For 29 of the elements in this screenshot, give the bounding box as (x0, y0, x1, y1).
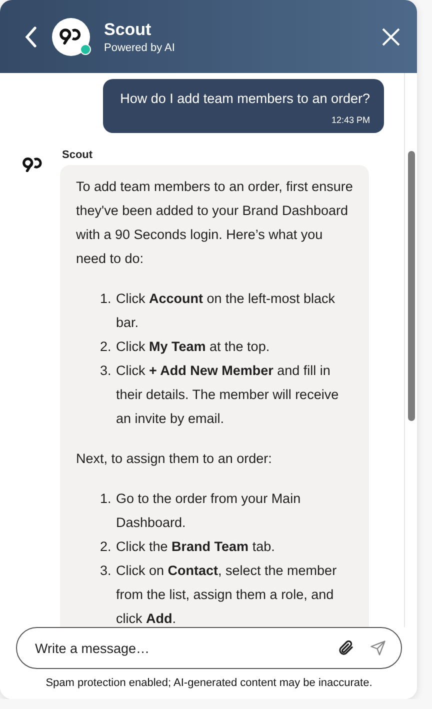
message-composer[interactable]: Write a message… (16, 627, 402, 669)
list-item: Click + Add New Member and fill in their details. The member will receive an invite by email. (116, 362, 340, 428)
message-time: 12:43 PM (331, 115, 370, 125)
close-button[interactable] (381, 26, 401, 46)
list-item: Click on Contact, select the member from the list, assign them a role, and click Add. (116, 562, 338, 627)
disclaimer-text: Spam protection enabled; AI-generated content may be inaccurate. (46, 677, 372, 689)
send-icon[interactable] (369, 639, 387, 657)
list-number: 3. (100, 362, 112, 380)
list-number: 2. (100, 338, 112, 356)
chat-title: Scout (104, 20, 152, 40)
list-item: Click Account on the left-most black bar. (116, 290, 336, 332)
message-field[interactable]: Write a message… (33, 640, 323, 656)
bot-logo-icon (22, 157, 44, 172)
list-item: Click My Team at the top. (116, 338, 270, 356)
list-number: 2. (100, 538, 112, 556)
logo-icon (59, 28, 83, 45)
sender-name: Scout (62, 149, 94, 161)
scrollbar-thumb[interactable] (408, 151, 414, 421)
list-number: 3. (100, 562, 112, 580)
list-number: 1. (100, 290, 112, 308)
message-paragraph: To add team members to an order, first ensure they've been added to your Brand Dashboard with a 90 Seconds login. Here’s what you need to do: (76, 178, 353, 268)
back-button[interactable] (24, 26, 38, 48)
message-text: How do I add team members to an order? (120, 91, 370, 106)
list-number: 1. (100, 490, 112, 508)
message-paragraph: Next, to assign them to an order: (76, 450, 273, 468)
list-item: Go to the order from your Main Dashboard. (116, 490, 302, 532)
paperclip-icon[interactable] (337, 639, 355, 657)
list-item: Click the Brand Team tab. (116, 538, 275, 556)
chat-subtitle: Powered by AI (104, 42, 176, 54)
